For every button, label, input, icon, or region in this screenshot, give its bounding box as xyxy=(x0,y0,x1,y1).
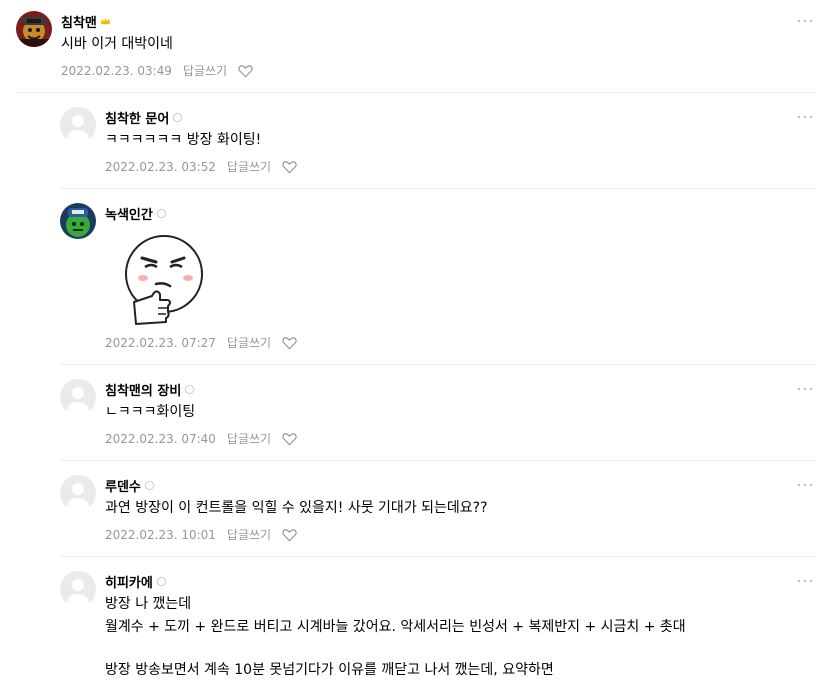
comment-author[interactable]: 침착맨 xyxy=(61,12,111,31)
more-options-icon[interactable] xyxy=(798,17,812,25)
reply-button[interactable]: 답글쓰기 xyxy=(227,158,271,175)
author-name[interactable]: 침착맨 xyxy=(61,12,97,31)
comment-text-line: 월계수 + 도끼 + 완드로 버티고 시계바늘 갔어요. 악세서리는 빈성서 +… xyxy=(105,619,686,635)
level-circle-icon xyxy=(156,208,167,219)
comment-text: ㅋㅋㅋㅋㅋㅋ 방장 화이팅! xyxy=(105,132,262,148)
reply-button[interactable]: 답글쓰기 xyxy=(227,334,271,351)
more-options-icon[interactable] xyxy=(798,481,812,489)
divider xyxy=(60,364,816,365)
comment-meta: 2022.02.23. 10:01 답글쓰기 xyxy=(105,526,297,543)
comment-text: ㄴㅋㅋㅋ화이팅 xyxy=(105,404,196,420)
comment-text: 시바 이거 대박이네 xyxy=(61,36,173,52)
avatar[interactable] xyxy=(60,379,96,415)
like-heart-icon[interactable] xyxy=(282,160,297,174)
comment-date: 2022.02.23. 03:52 xyxy=(105,159,216,174)
comment-meta: 2022.02.23. 03:49 답글쓰기 xyxy=(61,62,253,79)
comment-meta: 2022.02.23. 07:27 답글쓰기 xyxy=(105,334,297,351)
comment-meta: 2022.02.23. 03:52 답글쓰기 xyxy=(105,158,297,175)
thumbs-up-face-sticker xyxy=(112,232,204,332)
comment-text-line: 방장 방송보면서 계속 10분 못넘기다가 이유를 깨닫고 나서 깼는데, 요약… xyxy=(105,662,554,678)
like-heart-icon[interactable] xyxy=(282,528,297,542)
comment-author[interactable]: 침착맨의 장비 xyxy=(105,380,195,399)
author-name[interactable]: 녹색인간 xyxy=(105,204,153,223)
level-circle-icon xyxy=(173,112,183,123)
divider xyxy=(60,188,816,189)
avatar[interactable] xyxy=(60,475,96,511)
divider xyxy=(60,556,816,557)
default-profile-icon xyxy=(67,387,89,415)
author-name[interactable]: 히피카에 xyxy=(105,572,153,591)
default-profile-icon xyxy=(67,483,89,511)
more-options-icon[interactable] xyxy=(798,577,812,585)
reply-button[interactable]: 답글쓰기 xyxy=(183,62,227,79)
avatar[interactable] xyxy=(16,11,52,47)
comment-date: 2022.02.23. 03:49 xyxy=(61,63,172,78)
level-circle-icon xyxy=(156,576,167,587)
profile-image xyxy=(16,11,52,47)
divider xyxy=(16,92,816,93)
avatar[interactable] xyxy=(60,203,96,239)
comment-text: 과연 방장이 이 컨트롤을 익힐 수 있을지! 사뭇 기대가 되는데요?? xyxy=(105,500,488,516)
comment-author[interactable]: 히피카에 xyxy=(105,572,167,591)
level-circle-icon xyxy=(185,384,195,395)
comment-meta: 2022.02.23. 07:40 답글쓰기 xyxy=(105,430,297,447)
comment-text-line: 방장 나 깼는데 xyxy=(105,596,192,612)
author-name[interactable]: 루덴수 xyxy=(105,476,141,495)
comment-author[interactable]: 루덴수 xyxy=(105,476,155,495)
divider xyxy=(60,460,816,461)
comment-author[interactable]: 녹색인간 xyxy=(105,204,167,223)
like-heart-icon[interactable] xyxy=(282,336,297,350)
more-options-icon[interactable] xyxy=(798,385,812,393)
reply-button[interactable]: 답글쓰기 xyxy=(227,430,271,447)
level-circle-icon xyxy=(144,480,155,491)
like-heart-icon[interactable] xyxy=(238,64,253,78)
default-profile-icon xyxy=(67,579,89,607)
comment-author[interactable]: 침착한 문어 xyxy=(105,108,183,127)
comment-date: 2022.02.23. 07:40 xyxy=(105,431,216,446)
avatar[interactable] xyxy=(60,107,96,143)
avatar[interactable] xyxy=(60,571,96,607)
crown-icon xyxy=(100,17,110,25)
default-profile-icon xyxy=(67,115,89,143)
author-name[interactable]: 침착한 문어 xyxy=(105,108,169,127)
profile-image xyxy=(60,203,96,239)
reply-button[interactable]: 답글쓰기 xyxy=(227,526,271,543)
author-name[interactable]: 침착맨의 장비 xyxy=(105,380,181,399)
comment-date: 2022.02.23. 10:01 xyxy=(105,527,216,542)
comment-date: 2022.02.23. 07:27 xyxy=(105,335,216,350)
like-heart-icon[interactable] xyxy=(282,432,297,446)
more-options-icon[interactable] xyxy=(798,113,812,121)
